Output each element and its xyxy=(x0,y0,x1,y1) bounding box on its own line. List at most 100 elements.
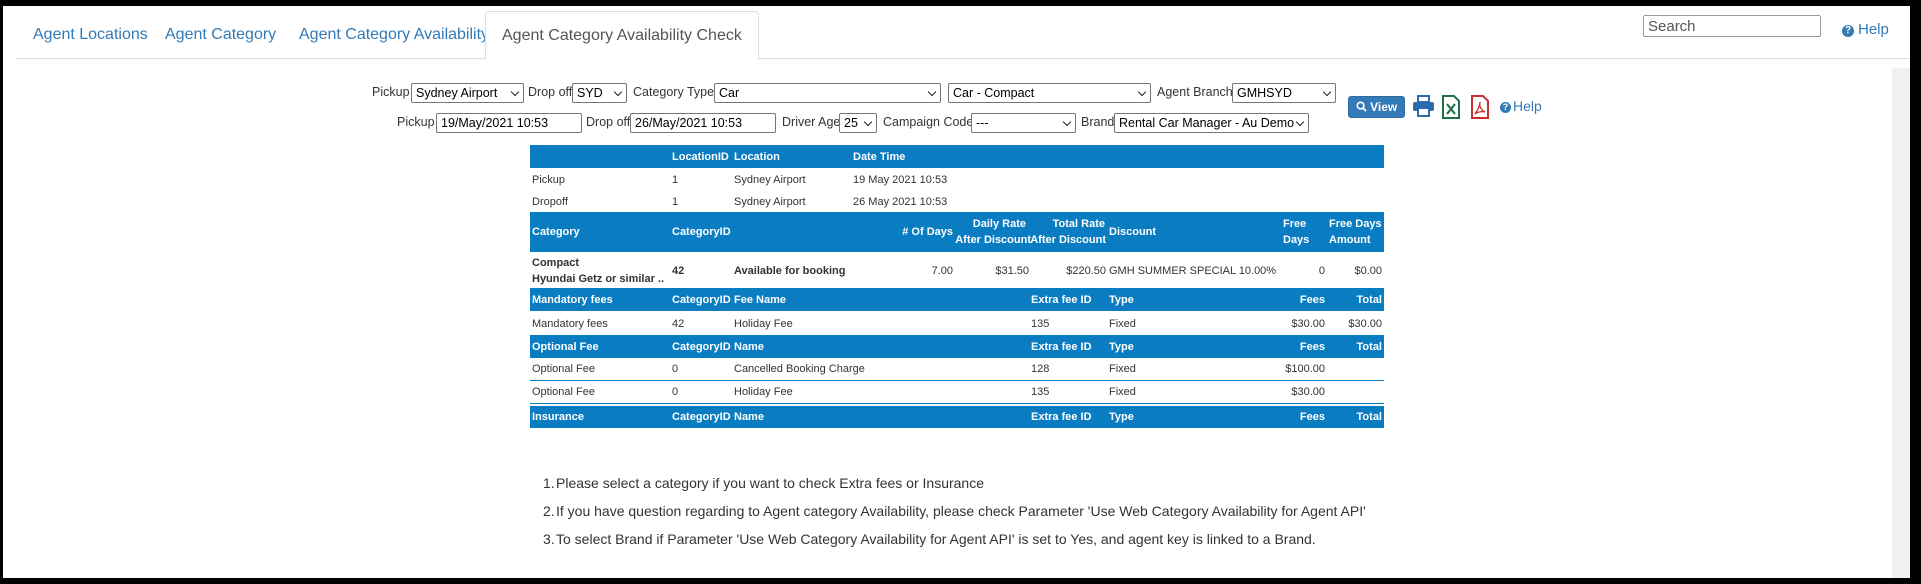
note-text: If you have question regarding to Agent … xyxy=(556,503,1366,519)
header-optional-fee: Optional Fee xyxy=(532,341,599,353)
optional-fee-row[interactable]: Optional Fee 0 Cancelled Booking Charge … xyxy=(530,358,1384,381)
dropoff-date-label: Drop off xyxy=(586,115,631,129)
view-button[interactable]: View xyxy=(1348,96,1405,118)
brand-select[interactable]: Rental Car Manager - Au Demo xyxy=(1114,113,1309,133)
driver-age-label: Driver Age xyxy=(782,115,841,129)
search-icon xyxy=(1356,101,1367,112)
header-category-id: CategoryID xyxy=(672,294,731,306)
fee-extra-id: 128 xyxy=(1031,363,1050,375)
header-total: Total xyxy=(1356,294,1382,306)
optional-fee-row[interactable]: Optional Fee 0 Holiday Fee 135 Fixed $30… xyxy=(530,381,1384,404)
campaign-code-label: Campaign Code xyxy=(883,115,974,129)
dropoff-location-select[interactable]: SYD xyxy=(572,83,627,103)
dropoff-date-input[interactable]: 26/May/2021 10:53 xyxy=(630,113,776,133)
notes-list: 1. Please select a category if you want t… xyxy=(543,475,1366,559)
header-fees: Fees xyxy=(1299,411,1325,423)
campaign-code-select[interactable]: --- xyxy=(971,113,1076,133)
category-subname: Hyundai Getz or similar .. xyxy=(532,273,665,285)
pickup-date-input[interactable]: 19/May/2021 10:53 xyxy=(436,113,582,133)
header-days: # Of Days xyxy=(902,226,953,238)
fee-type: Fixed xyxy=(1109,363,1136,375)
header-category-id: CategoryID xyxy=(672,411,731,423)
location-name: Sydney Airport xyxy=(734,196,806,208)
category-select[interactable]: Car - Compact xyxy=(948,83,1151,103)
fee-extra-id: 135 xyxy=(1031,386,1050,398)
agent-branch-label: Agent Branch xyxy=(1157,85,1233,99)
fee-amount: $30.00 xyxy=(1291,318,1325,330)
header-type: Type xyxy=(1109,411,1134,423)
header-name: Name xyxy=(734,411,764,423)
header-date-time: Date Time xyxy=(853,151,906,163)
header-free-amount: Free Days xyxy=(1329,218,1382,230)
header-category: Category xyxy=(532,226,580,238)
fee-category-id: 0 xyxy=(672,386,679,398)
header-daily-rate: Daily Rate xyxy=(972,218,1026,230)
location-datetime: 26 May 2021 10:53 xyxy=(853,196,948,208)
tab-agent-category-availability[interactable]: Agent Category Availability xyxy=(299,11,489,59)
fee-extra-id: 135 xyxy=(1031,318,1050,330)
header-extra-fee-id: Extra fee ID xyxy=(1031,294,1092,306)
agent-branch-select[interactable]: GMHSYD xyxy=(1232,83,1336,103)
location-type: Pickup xyxy=(532,174,566,186)
fee-amount: $30.00 xyxy=(1291,386,1325,398)
header-extra-fee-id: Extra fee ID xyxy=(1031,411,1092,423)
note-item: 2. If you have question regarding to Agen… xyxy=(543,503,1366,519)
excel-icon[interactable] xyxy=(1441,95,1461,119)
search-input[interactable] xyxy=(1643,15,1821,37)
pdf-icon[interactable] xyxy=(1470,95,1490,119)
fee-total: $30.00 xyxy=(1348,318,1382,330)
fee-type: Fixed xyxy=(1109,318,1136,330)
print-icon[interactable] xyxy=(1412,95,1435,117)
category-name: Compact xyxy=(532,257,580,269)
note-item: 3. To select Brand if Parameter 'Use Web … xyxy=(543,531,1316,547)
category-type-select[interactable]: Car xyxy=(714,83,941,103)
header-name: Name xyxy=(734,341,764,353)
header-insurance: Insurance xyxy=(532,411,584,423)
form-help-link[interactable]: ? Help xyxy=(1500,98,1542,114)
header-type: Type xyxy=(1109,294,1134,306)
fee-category-id: 42 xyxy=(672,318,685,330)
header-total: Total xyxy=(1356,341,1382,353)
note-text: To select Brand if Parameter 'Use Web Ca… xyxy=(556,531,1316,547)
location-name: Sydney Airport xyxy=(734,174,806,186)
header-discount: Discount xyxy=(1109,226,1157,238)
header-category-id: CategoryID xyxy=(672,226,731,238)
header-total: Total xyxy=(1356,411,1382,423)
locations-header-row: LocationID Location Date Time xyxy=(530,145,1384,168)
fee-category-id: 0 xyxy=(672,363,679,375)
tab-agent-locations[interactable]: Agent Locations xyxy=(33,11,148,59)
tab-agent-category[interactable]: Agent Category xyxy=(165,11,276,59)
location-id: 1 xyxy=(672,174,679,186)
driver-age-select[interactable]: 25 xyxy=(839,113,877,133)
pickup-location-select[interactable]: Sydney Airport xyxy=(411,83,524,103)
top-help-link[interactable]: ? Help xyxy=(1842,21,1889,38)
header-category-id: CategoryID xyxy=(672,341,731,353)
category-type-label: Category Type xyxy=(633,85,715,99)
category-row[interactable]: Compact Hyundai Getz or similar .. 42 Av… xyxy=(530,252,1384,289)
category-total-rate: $220.50 xyxy=(1066,265,1106,277)
tab-agent-category-availability-check[interactable]: Agent Category Availability Check xyxy=(485,11,759,60)
location-datetime: 19 May 2021 10:53 xyxy=(853,174,948,186)
category-header-row: Category CategoryID # Of Days Daily Rate… xyxy=(530,212,1384,252)
fee-amount: $100.00 xyxy=(1285,363,1325,375)
header-total-rate: Total Rate xyxy=(1052,218,1105,230)
header-fee-name: Fee Name xyxy=(734,294,786,306)
header-location: Location xyxy=(734,151,780,163)
insurance-header-row: Insurance CategoryID Name Extra fee ID T… xyxy=(530,406,1384,428)
form-help-label: Help xyxy=(1513,98,1542,114)
brand-label: Brand xyxy=(1081,115,1115,129)
location-row: Pickup 1 Sydney Airport 19 May 2021 10:5… xyxy=(530,168,1384,190)
header-mandatory-fees: Mandatory fees xyxy=(532,294,613,306)
category-discount: GMH SUMMER SPECIAL 10.00% xyxy=(1109,265,1277,277)
question-circle-icon: ? xyxy=(1842,25,1854,37)
results-table: LocationID Location Date Time Pickup 1 S… xyxy=(530,145,1384,428)
note-item: 1. Please select a category if you want t… xyxy=(543,475,984,491)
mandatory-fees-header-row: Mandatory fees CategoryID Fee Name Extra… xyxy=(530,289,1384,311)
pickup-date-label: Pickup xyxy=(397,115,435,129)
category-id: 42 xyxy=(672,265,685,277)
fee-section: Optional Fee xyxy=(532,363,595,375)
vertical-scrollbar[interactable] xyxy=(1892,68,1910,578)
fee-name: Holiday Fee xyxy=(734,318,793,330)
fee-section: Optional Fee xyxy=(532,386,595,398)
header-free-days-2: Days xyxy=(1283,234,1310,246)
